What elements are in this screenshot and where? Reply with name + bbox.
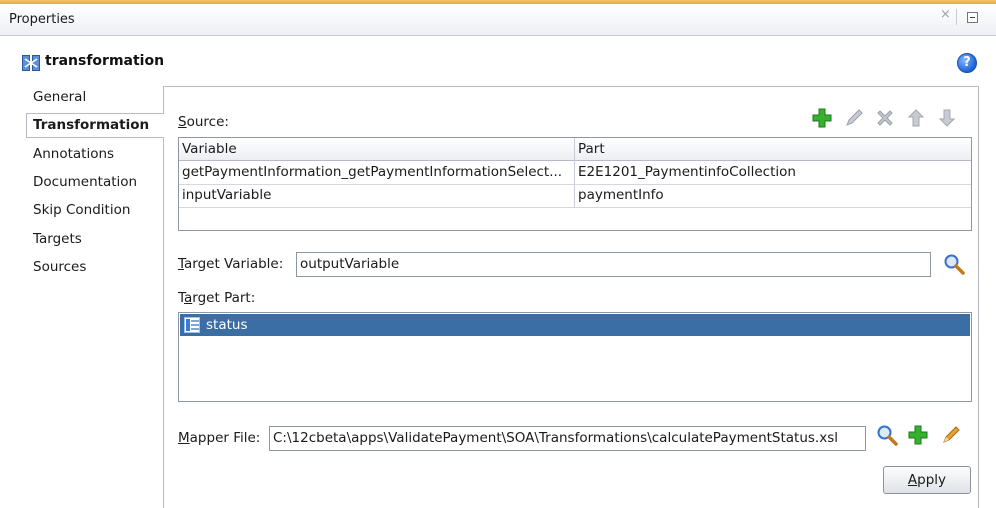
header-divider (956, 9, 957, 25)
move-up-icon[interactable] (905, 107, 927, 129)
list-item-label: status (206, 317, 248, 333)
panel-title: Properties (9, 12, 75, 27)
mapper-file-field[interactable]: C:\12cbeta\apps\ValidatePayment\SOA\Tran… (269, 426, 866, 451)
apply-button[interactable]: Apply (883, 466, 971, 494)
table-cell-part: paymentInfo (578, 187, 664, 203)
source-table[interactable]: Variable Part getPaymentInformation_getP… (178, 137, 972, 231)
column-header-part[interactable]: Part (575, 138, 971, 161)
move-down-icon[interactable] (936, 107, 958, 129)
help-icon[interactable]: ? (957, 53, 977, 73)
nav-item-transformation[interactable]: Transformation (33, 117, 149, 133)
list-item[interactable]: status (180, 314, 970, 336)
panel-header: Properties (0, 4, 996, 36)
table-cell-variable: getPaymentInformation_getPaymentInformat… (182, 164, 563, 180)
table-cell-variable: inputVariable (182, 187, 272, 203)
add-icon[interactable] (907, 424, 929, 446)
mapper-file-label: Mapper File: (178, 430, 261, 446)
search-icon[interactable] (943, 253, 965, 275)
target-variable-field[interactable]: outputVariable (296, 252, 931, 277)
object-title: transformation (45, 53, 165, 69)
target-part-label: Target Part: (178, 290, 256, 306)
source-label: Source: (178, 114, 229, 130)
delete-icon[interactable] (874, 107, 896, 129)
target-part-list[interactable]: status (178, 312, 972, 402)
target-variable-label: Target Variable: (178, 256, 284, 272)
nav-item-skip-condition[interactable]: Skip Condition (33, 202, 130, 218)
column-header-variable[interactable]: Variable (179, 138, 574, 161)
minimize-icon[interactable] (967, 12, 978, 23)
add-icon[interactable] (811, 107, 833, 129)
edit-icon[interactable] (843, 107, 865, 129)
nav-item-documentation[interactable]: Documentation (33, 174, 137, 190)
nav-item-annotations[interactable]: Annotations (33, 146, 114, 162)
transformation-icon (22, 55, 40, 71)
table-header: Variable Part (179, 138, 971, 161)
nav-item-general[interactable]: General (33, 89, 86, 105)
nav-item-targets[interactable]: Targets (33, 231, 82, 247)
element-icon (184, 317, 200, 333)
nav-item-sources[interactable]: Sources (33, 259, 86, 275)
edit-icon[interactable] (940, 424, 962, 446)
table-cell-part: E2E1201_PaymentinfoCollection (578, 164, 796, 180)
close-icon[interactable]: × (940, 7, 951, 22)
search-icon[interactable] (876, 424, 898, 446)
